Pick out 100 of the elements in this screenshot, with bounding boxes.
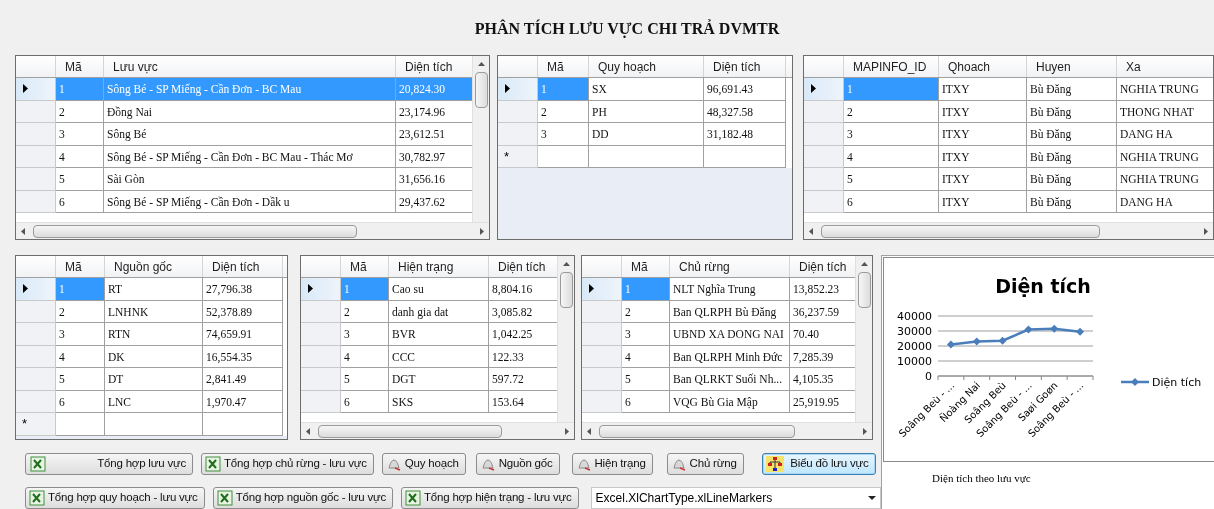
column-header[interactable]: Mã [56,256,105,277]
scroll-up-icon[interactable] [860,262,868,266]
column-header[interactable]: Diện tích [704,56,786,77]
grid-row[interactable]: 6 SKS 153.64 [301,390,557,413]
column-header[interactable]: Nguồn gốc [105,256,203,277]
grid-row[interactable]: 1 ITXY Bù Đăng NGHIA TRUNG [804,78,1213,101]
row-header[interactable] [16,278,56,301]
data-point-marker [1050,324,1059,333]
y-tick-label: 40000 [897,310,932,323]
grid-row[interactable]: 2 PH 48,327.58 [498,100,792,123]
column-header[interactable]: Huyen [1027,56,1117,77]
scroll-right-icon[interactable] [480,227,484,235]
spreadsheet-icon [405,490,421,506]
scroll-thumb[interactable] [821,224,1101,238]
scroll-thumb[interactable] [33,224,358,238]
action-button[interactable]: Nguồn gốc [475,453,560,475]
scroll-up-icon[interactable] [562,262,570,266]
grid-row[interactable]: 3 DD 31,182.48 [498,123,792,146]
data-point-marker [1076,327,1085,336]
scroll-right-icon[interactable] [1204,227,1208,235]
grid-row[interactable]: 3 BVR 1,042.25 [301,323,557,346]
column-header[interactable]: Mã [538,56,589,77]
chart-type-dropdown[interactable]: Excel.XlChartType.xlLineMarkers [590,487,881,509]
vertical-scrollbar[interactable] [472,56,489,222]
grid-row[interactable]: 2 Ban QLRPH Bù Đăng 36,237.59 [582,300,855,323]
grid-row[interactable]: 2 ITXY Bù Đăng THONG NHAT [804,100,1213,123]
column-header[interactable]: Chủ rừng [670,256,790,277]
action-button[interactable]: Quy hoạch [381,453,466,475]
vertical-scrollbar[interactable] [855,256,872,422]
grid-row[interactable]: 3 ITXY Bù Đăng DANG HA [804,123,1213,146]
grid-row[interactable]: 3 Sông Bé 23,612.51 [16,123,472,146]
grid-row[interactable]: 1 SX 96,691.43 [498,78,792,101]
horizontal-scrollbar[interactable] [301,422,574,439]
grid-row[interactable]: 2 LNHNK 52,378.89 [16,300,287,323]
grid-row[interactable]: 3 RTN 74,659.91 [16,323,287,346]
column-header[interactable]: Mã [341,256,389,277]
grid-row[interactable]: 4 CCC 122.33 [301,345,557,368]
scroll-left-icon[interactable] [21,227,25,235]
table-cell: 27,796.38 [203,278,283,301]
current-row-icon [811,84,816,94]
scroll-right-icon[interactable] [863,427,867,435]
action-button[interactable]: Hiện trạng [571,453,653,475]
horizontal-scrollbar[interactable] [582,422,872,439]
grid-row[interactable]: 6 ITXY Bù Đăng DANG HA [804,190,1213,213]
grid-row[interactable]: 1 RT 27,796.38 [16,278,287,301]
action-button[interactable]: Biểu đồ lưu vực [761,453,876,475]
row-header[interactable] [498,78,538,101]
action-button[interactable]: Tổng hợp chủ rừng - lưu vực [201,453,374,475]
grid-row[interactable]: 4 ITXY Bù Đăng NGHIA TRUNG [804,145,1213,168]
action-button[interactable]: Tổng hợp lưu vực [25,453,193,475]
row-header[interactable] [582,278,622,301]
scroll-right-icon[interactable] [565,427,569,435]
vertical-scrollbar[interactable] [557,256,574,422]
y-tick-label: 0 [925,370,932,383]
column-header[interactable]: Quy hoạch [589,56,704,77]
grid-row[interactable]: 1 NLT Nghĩa Trung 13,852.23 [582,278,855,301]
row-header[interactable] [301,278,341,301]
grid-row[interactable]: 6 Sông Bé - SP Miếng - Cần Đơn - Dầk u 29,437.62 [16,190,472,213]
row-header[interactable] [804,78,844,101]
grid-row[interactable]: 6 LNC 1,970.47 [16,390,287,413]
action-button[interactable]: Tổng hợp hiện trạng - lưu vực [401,487,579,509]
grid-row[interactable]: 5 DGT 597.72 [301,368,557,391]
scroll-thumb[interactable] [857,272,871,308]
grid-row[interactable]: 5 Sài Gòn 31,656.16 [16,168,472,191]
column-header[interactable]: Mã [622,256,670,277]
column-header[interactable]: MAPINFO_ID [844,56,939,77]
column-header[interactable]: Mã [56,56,104,77]
current-row-icon [308,284,313,294]
scroll-left-icon[interactable] [587,427,591,435]
column-header[interactable]: Hiện trạng [389,256,489,277]
grid-row[interactable]: 6 VQG Bù Gia Mập 25,919.95 [582,390,855,413]
action-button[interactable]: Tổng hợp nguồn gốc - lưu vực [212,487,393,509]
scroll-thumb[interactable] [599,424,795,438]
scroll-left-icon[interactable] [809,227,813,235]
column-header[interactable]: Lưu vực [104,56,396,77]
grid-row[interactable]: 5 DT 2,841.49 [16,368,287,391]
action-button[interactable]: Tổng hợp quy hoạch - lưu vực [25,487,205,509]
grid-row[interactable]: 2 danh gia dat 3,085.82 [301,300,557,323]
grid-row[interactable]: 5 ITXY Bù Đăng NGHIA TRUNG [804,168,1213,191]
grid-row[interactable]: 2 Đồng Nai 23,174.96 [16,100,472,123]
scroll-thumb[interactable] [318,424,503,438]
grid-row[interactable]: 1 Cao su 8,804.16 [301,278,557,301]
table-cell: BVR [389,323,489,346]
column-header[interactable]: Diện tích [203,256,283,277]
grid-row[interactable]: 4 DK 16,554.35 [16,345,287,368]
scroll-left-icon[interactable] [306,427,310,435]
grid-row[interactable]: 4 Sông Bé - SP Miếng - Cần Đơn - BC Mau - Thác Mơ 30,782.97 [16,145,472,168]
grid-row[interactable]: 5 Ban QLRKT Suối Nh... 4,105.35 [582,368,855,391]
action-button[interactable]: Chủ rừng [666,453,744,475]
horizontal-scrollbar[interactable] [16,222,489,239]
scroll-up-icon[interactable] [477,62,485,66]
horizontal-scrollbar[interactable] [804,222,1213,239]
column-header[interactable]: Qhoach [939,56,1027,77]
y-tick-label: 30000 [897,325,932,338]
grid-row[interactable]: 4 Ban QLRPH Minh Đức 7,285.39 [582,345,855,368]
grid-row[interactable]: 3 UBND XA DONG NAI 70.40 [582,323,855,346]
column-header[interactable]: Xa [1117,56,1213,77]
row-header[interactable] [16,78,56,101]
scroll-thumb[interactable] [474,72,488,108]
scroll-thumb[interactable] [559,272,573,308]
